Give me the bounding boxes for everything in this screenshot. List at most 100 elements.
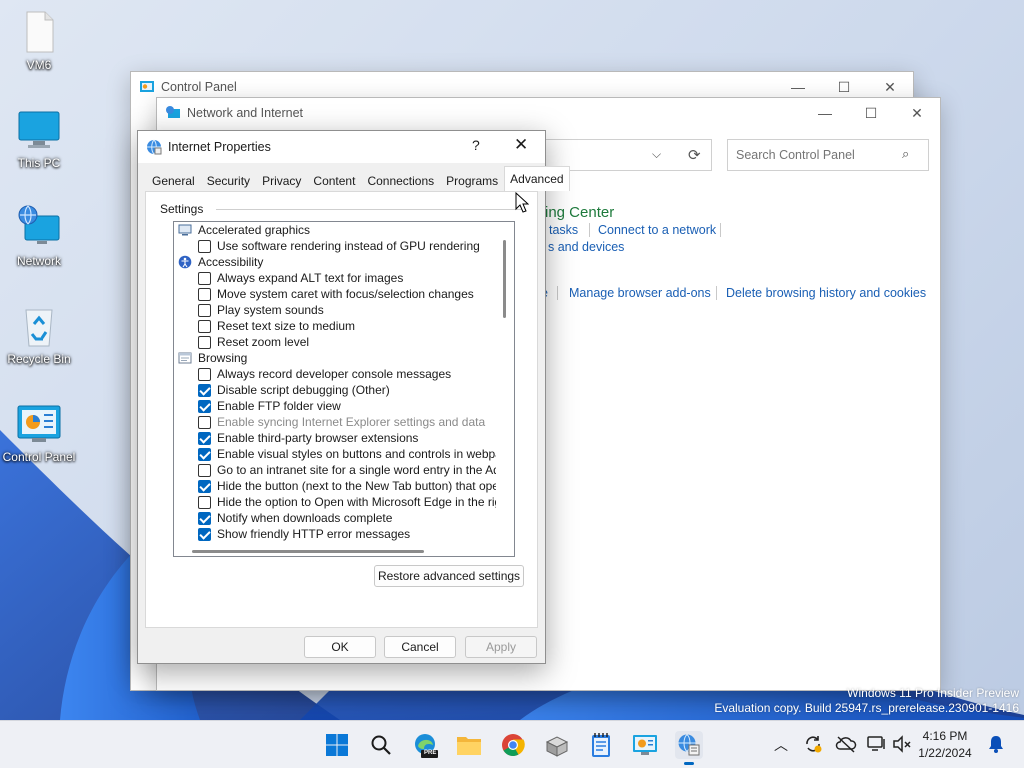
settings-option[interactable]: Notify when downloads complete	[174, 510, 496, 526]
checkbox-unchecked[interactable]	[198, 319, 211, 333]
delete-history-link[interactable]: Delete browsing history and cookies	[726, 286, 926, 300]
desktop-icon-control-panel[interactable]: Control Panel	[0, 400, 78, 464]
apply-button[interactable]: Apply	[465, 636, 537, 658]
checkbox-unchecked[interactable]	[198, 335, 211, 349]
checkbox-checked[interactable]	[198, 399, 211, 413]
settings-option[interactable]: Hide the button (next to the New Tab but…	[174, 478, 496, 494]
search-icon[interactable]: ⌕	[902, 146, 909, 162]
settings-option[interactable]: Hide the option to Open with Microsoft E…	[174, 494, 496, 510]
checkbox-checked[interactable]	[198, 447, 211, 461]
connect-to-network-link[interactable]: Connect to a network	[598, 223, 716, 237]
tab-security[interactable]: Security	[201, 169, 256, 191]
control-panel-taskbar-button[interactable]	[631, 731, 659, 759]
chrome-button[interactable]	[499, 731, 527, 759]
tab-programs[interactable]: Programs	[440, 169, 504, 191]
help-button[interactable]: ?	[472, 137, 480, 153]
search-box[interactable]: ⌕	[727, 139, 929, 171]
checkbox-unchecked[interactable]	[198, 415, 211, 429]
checkbox-unchecked[interactable]	[198, 287, 211, 301]
checkbox-checked[interactable]	[198, 383, 211, 397]
checkbox-checked[interactable]	[198, 479, 211, 493]
tab-content[interactable]: Content	[307, 169, 361, 191]
cancel-button[interactable]: Cancel	[384, 636, 456, 658]
manage-add-ons-link[interactable]: Manage browser add-ons	[569, 286, 711, 300]
clock-date: 1/22/2024	[918, 746, 972, 760]
network-internet-icon	[165, 105, 181, 121]
desktop-icon-label: This PC	[17, 156, 61, 170]
app-manager-button[interactable]	[543, 731, 571, 759]
restore-advanced-settings-button[interactable]: Restore advanced settings	[374, 565, 524, 587]
file-explorer-button[interactable]	[455, 731, 483, 759]
checkbox-checked[interactable]	[198, 431, 211, 445]
chevron-down-icon[interactable]: ⌵	[652, 147, 661, 162]
checkbox-unchecked[interactable]	[198, 303, 211, 317]
sync-status-button[interactable]	[803, 734, 823, 757]
desktop-icon-recycle-bin[interactable]: Recycle Bin	[0, 302, 78, 366]
edge-preview-button[interactable]: PRE	[411, 731, 439, 759]
settings-option[interactable]: Enable FTP folder view	[174, 398, 496, 414]
dialog-titlebar[interactable]: Internet Properties ? ✕	[138, 131, 545, 163]
internet-properties-taskbar-button[interactable]	[675, 731, 703, 765]
settings-option[interactable]: Enable third-party browser extensions	[174, 430, 496, 446]
network-sharing-center-heading[interactable]: ing Center	[545, 204, 614, 221]
link-separator	[720, 223, 721, 237]
settings-option[interactable]: Disable script debugging (Other)	[174, 382, 496, 398]
cloud-offline-icon	[835, 736, 857, 753]
settings-option[interactable]: Go to an intranet site for a single word…	[174, 462, 496, 478]
desktop-icon-vm6[interactable]: VM6	[0, 8, 78, 72]
view-tasks-link[interactable]: tasks	[549, 223, 578, 237]
settings-option[interactable]: Play system sounds	[174, 302, 496, 318]
settings-option[interactable]: Reset text size to medium	[174, 318, 496, 334]
checkbox-unchecked[interactable]	[198, 495, 211, 509]
settings-option[interactable]: Always expand ALT text for images	[174, 270, 496, 286]
vertical-scrollbar[interactable]	[496, 222, 514, 556]
desktop-icon-network[interactable]: Network	[0, 204, 78, 268]
network-status-button[interactable]	[866, 734, 886, 757]
tab-privacy[interactable]: Privacy	[256, 169, 307, 191]
tab-general[interactable]: General	[146, 169, 201, 191]
taskbar-clock[interactable]: 4:16 PM 1/22/2024	[910, 728, 980, 762]
search-button[interactable]	[367, 731, 395, 759]
settings-option[interactable]: Enable visual styles on buttons and cont…	[174, 446, 496, 462]
dialog-close-button[interactable]: ✕	[514, 135, 528, 155]
ok-button[interactable]: OK	[304, 636, 376, 658]
checkbox-unchecked[interactable]	[198, 271, 211, 285]
start-button[interactable]	[323, 731, 351, 759]
settings-option[interactable]: Reset zoom level	[174, 334, 496, 350]
minimize-icon: —	[818, 105, 832, 121]
settings-label: Enable visual styles on buttons and cont…	[217, 447, 496, 461]
settings-option[interactable]: Use software rendering instead of GPU re…	[174, 238, 496, 254]
notifications-button[interactable]	[987, 734, 1005, 757]
refresh-icon[interactable]: ⟳	[688, 146, 701, 164]
checkbox-checked[interactable]	[198, 527, 211, 541]
link-separator	[716, 286, 717, 300]
computers-devices-link[interactable]: s and devices	[548, 240, 624, 254]
internet-properties-dialog[interactable]: Internet Properties ? ✕ General Security…	[137, 130, 570, 664]
show-hidden-icons-button[interactable]: ︿	[774, 735, 788, 755]
checkbox-unchecked[interactable]	[198, 367, 211, 381]
settings-option[interactable]: Always record developer console messages	[174, 366, 496, 382]
windows-logo-icon	[326, 734, 348, 756]
search-input[interactable]	[734, 146, 894, 164]
tab-connections[interactable]: Connections	[361, 169, 440, 191]
maximize-button[interactable]: ☐	[848, 98, 894, 128]
checkbox-checked[interactable]	[198, 511, 211, 525]
close-button[interactable]: ✕	[894, 98, 940, 128]
minimize-button[interactable]: —	[802, 98, 848, 128]
clock-time: 4:16 PM	[922, 729, 968, 743]
settings-category: Accessibility	[174, 254, 496, 270]
settings-option[interactable]: Move system caret with focus/selection c…	[174, 286, 496, 302]
onedrive-button[interactable]	[835, 734, 857, 757]
volume-button[interactable]	[892, 734, 912, 757]
checkbox-unchecked[interactable]	[198, 239, 211, 253]
settings-option[interactable]: Enable syncing Internet Explorer setting…	[174, 414, 496, 430]
settings-label: Move system caret with focus/selection c…	[217, 287, 474, 301]
desktop-icon-this-pc[interactable]: This PC	[0, 106, 78, 170]
settings-tree[interactable]: Accelerated graphics Use software renderi…	[173, 221, 515, 557]
checkbox-unchecked[interactable]	[198, 463, 211, 477]
vertical-scroll-thumb[interactable]	[503, 240, 506, 318]
settings-option[interactable]: Show friendly HTTP error messages	[174, 526, 496, 542]
horizontal-scroll-thumb[interactable]	[192, 550, 424, 553]
tab-advanced[interactable]: Advanced	[504, 166, 570, 191]
notepad-button[interactable]	[587, 731, 615, 759]
